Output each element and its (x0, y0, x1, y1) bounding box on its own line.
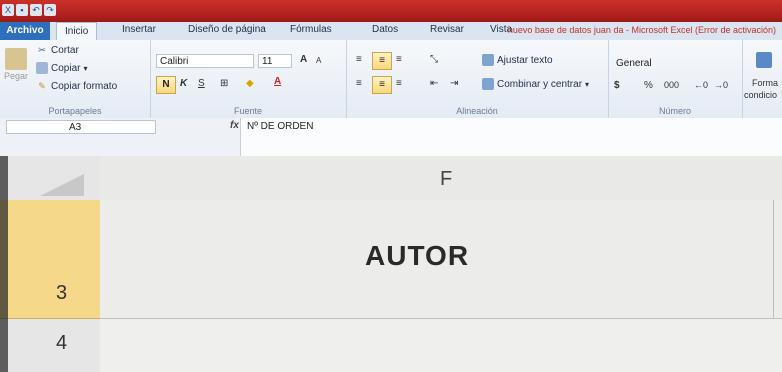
merge-center-button[interactable]: Combinar y centrar ▾ (482, 78, 589, 90)
row-header-3[interactable]: 3 (0, 200, 101, 319)
wrap-text-icon (482, 54, 494, 66)
alignment-label: Alineación (456, 106, 498, 116)
font-group: Calibri 11 A A N K S ⊞ ◆ A Fuente (150, 40, 347, 118)
formula-bar: A3 fx Nº DE ORDEN (0, 118, 782, 156)
number-format-select[interactable]: General (612, 56, 738, 70)
cell-f4[interactable] (100, 319, 782, 372)
copy-button[interactable]: Copiar ▾ (36, 62, 87, 74)
clipboard-label: Portapapeles (48, 106, 102, 116)
worksheet-grid: F 3 AUTOR 4 (0, 156, 782, 372)
tab-file[interactable]: Archivo (0, 22, 50, 40)
insert-function-icon[interactable]: fx (230, 120, 239, 131)
shrink-font-button[interactable]: A (316, 56, 321, 65)
tab-home[interactable]: Inicio (56, 22, 98, 42)
redo-icon[interactable]: ↷ (44, 4, 56, 16)
ribbon: Pegar ✂ Cortar Copiar ▾ ✎ Copiar formato… (0, 40, 782, 119)
italic-button[interactable]: K (180, 78, 187, 89)
quick-access-toolbar: X ▪ ↶ ↷ (2, 2, 56, 18)
chevron-down-icon: ▾ (83, 63, 88, 73)
ribbon-tabs: Archivo Inicio Insertar Diseño de página… (0, 22, 782, 42)
save-icon[interactable]: ▪ (16, 4, 28, 16)
select-all-triangle-icon (40, 174, 84, 196)
bold-button[interactable]: N (156, 76, 176, 94)
grow-font-button[interactable]: A (300, 54, 307, 65)
paintbrush-icon: ✎ (38, 81, 46, 91)
title-bar: X ▪ ↶ ↷ (0, 0, 782, 22)
align-center-icon[interactable]: ≡ (372, 76, 392, 94)
chevron-down-icon: ▾ (585, 79, 590, 89)
percent-button[interactable]: % (644, 80, 653, 91)
tab-data[interactable]: Datos (372, 24, 398, 35)
font-size-select[interactable]: 11 (258, 54, 292, 68)
column-divider (773, 200, 774, 318)
fill-color-icon[interactable]: ◆ (246, 78, 254, 89)
tab-formulas[interactable]: Fórmulas (290, 24, 332, 35)
tab-review[interactable]: Revisar (430, 24, 464, 35)
align-middle-icon[interactable]: ≡ (372, 52, 392, 70)
align-bottom-icon[interactable]: ≡ (396, 54, 402, 65)
cell-f3[interactable]: AUTOR (100, 200, 782, 319)
thousands-button[interactable]: 000 (664, 80, 679, 90)
cut-button[interactable]: ✂ Cortar (36, 44, 79, 56)
wrap-text-button[interactable]: Ajustar texto (482, 54, 553, 66)
conditional-format-icon[interactable] (756, 52, 772, 68)
align-right-icon[interactable]: ≡ (396, 78, 402, 89)
borders-icon[interactable]: ⊞ (220, 78, 228, 89)
format-painter-button[interactable]: ✎ Copiar formato (36, 80, 117, 92)
orientation-icon[interactable]: ⤡ (430, 54, 438, 65)
tab-page-layout[interactable]: Diseño de página (188, 24, 266, 35)
window-title: nuevo base de datos juan da - Microsoft … (507, 25, 776, 35)
align-top-icon[interactable]: ≡ (356, 54, 362, 65)
font-label: Fuente (233, 106, 263, 116)
increase-indent-icon[interactable]: ⇥ (450, 78, 458, 89)
undo-icon[interactable]: ↶ (30, 4, 42, 16)
merge-icon (482, 78, 494, 90)
decrease-decimal-icon[interactable]: →0 (714, 80, 728, 90)
screen-bezel (0, 156, 8, 372)
increase-decimal-icon[interactable]: ←0 (694, 80, 708, 90)
row-header-4[interactable]: 4 (0, 319, 101, 372)
scissors-icon: ✂ (38, 45, 46, 55)
number-label: Número (658, 106, 691, 116)
name-box[interactable]: A3 (6, 120, 156, 134)
clipboard-group: Pegar ✂ Cortar Copiar ▾ ✎ Copiar formato… (0, 40, 151, 118)
currency-button[interactable]: $ (614, 80, 620, 91)
font-color-icon[interactable]: A (274, 76, 281, 87)
excel-window: X ▪ ↶ ↷ Archivo Inicio Insertar Diseño d… (0, 0, 782, 372)
conditional-format-label: Forma (752, 78, 779, 88)
excel-logo-icon: X (2, 4, 14, 16)
tab-insert[interactable]: Insertar (122, 24, 156, 35)
underline-button[interactable]: S (198, 78, 205, 89)
styles-group: Forma condicio (742, 40, 782, 118)
paste-button[interactable]: Pegar (4, 48, 28, 81)
clipboard-icon (5, 48, 28, 70)
number-group: General $ % 000 ←0 →0 Número (608, 40, 743, 118)
column-header-f[interactable]: F (100, 156, 782, 201)
font-name-select[interactable]: Calibri (156, 54, 254, 68)
select-all-corner[interactable] (0, 156, 100, 200)
copy-icon (36, 62, 48, 74)
decrease-indent-icon[interactable]: ⇤ (430, 78, 438, 89)
alignment-group: ≡ ≡ ≡ ⤡ Ajustar texto ≡ ≡ ≡ ⇤ ⇥ Combinar… (346, 40, 609, 118)
conditional-format-label-2: condicio (744, 90, 778, 100)
align-left-icon[interactable]: ≡ (356, 78, 362, 89)
formula-input[interactable]: Nº DE ORDEN (240, 118, 782, 156)
